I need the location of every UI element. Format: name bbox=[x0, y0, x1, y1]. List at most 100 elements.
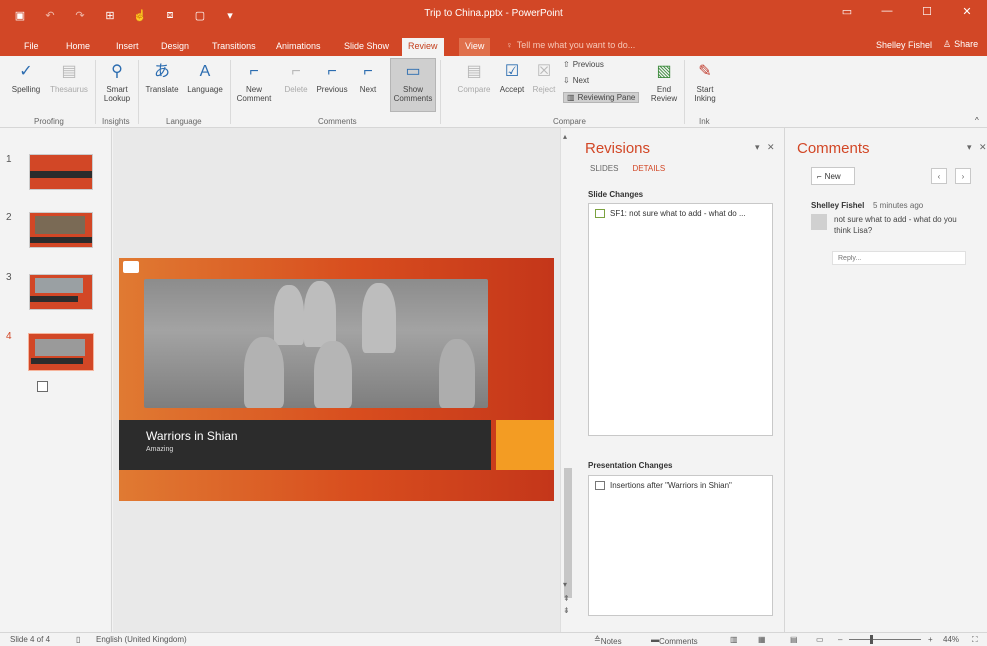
zoom-out-icon[interactable]: – bbox=[838, 635, 842, 644]
tab-review[interactable]: Review bbox=[402, 38, 444, 56]
spelling-check-icon: ✓ bbox=[19, 62, 33, 80]
previous-slide-icon[interactable]: ⇞ bbox=[563, 594, 570, 603]
slide-counter: Slide 4 of 4 bbox=[10, 635, 51, 644]
slide-subtitle[interactable]: Amazing bbox=[146, 446, 173, 453]
group-language: Language bbox=[166, 117, 202, 126]
next-comment-pane-icon[interactable]: › bbox=[955, 168, 971, 184]
tab-animations[interactable]: Animations bbox=[270, 38, 327, 56]
accept-button[interactable]: ☑ Accept bbox=[497, 60, 527, 94]
slide-thumbnail-4[interactable] bbox=[28, 333, 94, 371]
notes-button[interactable]: ≙ Notes bbox=[594, 635, 622, 646]
spelling-button[interactable]: ✓ Spelling bbox=[6, 60, 46, 94]
insertion-change-icon bbox=[595, 481, 605, 490]
comment-author: Shelley Fishel bbox=[811, 201, 865, 210]
close-icon[interactable]: ✕ bbox=[947, 0, 987, 22]
tab-insert[interactable]: Insert bbox=[110, 38, 145, 56]
comment-marker-icon[interactable] bbox=[123, 261, 139, 273]
compare-button[interactable]: ▤ Compare bbox=[452, 60, 496, 94]
slide-show-view-icon[interactable]: ▭ bbox=[816, 635, 824, 644]
previous-comment-button[interactable]: ⌐ Previous bbox=[313, 60, 351, 94]
reply-input[interactable] bbox=[832, 251, 966, 265]
spell-check-status-icon[interactable]: ▯ bbox=[76, 635, 80, 644]
compare-icon: ▤ bbox=[466, 62, 482, 80]
show-comments-label-2: Comments bbox=[393, 94, 433, 103]
next-change-button[interactable]: ⇩ Next bbox=[563, 76, 589, 85]
language-button[interactable]: A Language bbox=[184, 60, 226, 94]
tab-slides[interactable]: SLIDES bbox=[590, 164, 618, 173]
close-pane-icon[interactable]: ✕ bbox=[767, 142, 775, 153]
user-name[interactable]: Shelley Fishel bbox=[876, 40, 932, 50]
end-review-button[interactable]: ▧ End Review bbox=[647, 60, 681, 103]
minimize-icon[interactable]: — bbox=[867, 0, 907, 22]
delete-comment-button[interactable]: ⌐ Delete bbox=[279, 60, 313, 94]
zoom-in-icon[interactable]: + bbox=[928, 635, 933, 644]
group-comments: Comments bbox=[318, 117, 357, 126]
new-comment-pane-button[interactable]: ⌐ New bbox=[811, 167, 855, 185]
tab-file[interactable]: File bbox=[18, 38, 45, 56]
current-slide[interactable]: Warriors in Shian Amazing bbox=[119, 258, 554, 501]
next-comment-button[interactable]: ⌐ Next bbox=[354, 60, 382, 94]
reviewing-pane-button[interactable]: ▥ Reviewing Pane bbox=[563, 92, 640, 103]
tab-view[interactable]: View bbox=[459, 38, 491, 56]
fit-to-window-icon[interactable]: ⛶ bbox=[972, 635, 978, 645]
translate-button[interactable]: あ Translate bbox=[142, 60, 182, 94]
start-inking-label-2: Inking bbox=[694, 94, 716, 103]
zoom-level[interactable]: 44% bbox=[943, 635, 959, 644]
comments-close-icon[interactable]: ✕ bbox=[979, 142, 987, 153]
share-button[interactable]: ♙ Share bbox=[943, 39, 978, 50]
tab-home[interactable]: Home bbox=[60, 38, 96, 56]
zoom-slider-knob[interactable] bbox=[870, 635, 873, 644]
comment-text[interactable]: not sure what to add - what do you think… bbox=[834, 214, 974, 236]
reject-button[interactable]: ☒ Reject bbox=[530, 60, 558, 94]
maximize-icon[interactable]: ☐ bbox=[907, 0, 947, 22]
tab-transitions[interactable]: Transitions bbox=[206, 38, 262, 56]
group-ink: Ink bbox=[699, 117, 710, 126]
previous-change-button[interactable]: ⇧ Previous bbox=[563, 60, 604, 69]
slide-thumbnail-2[interactable] bbox=[29, 212, 93, 248]
scrollbar-thumb[interactable] bbox=[564, 468, 572, 598]
slide-accent-block bbox=[496, 420, 554, 470]
accept-label: Accept bbox=[499, 85, 525, 94]
comments-status-button[interactable]: ▬ Comments bbox=[651, 635, 698, 646]
collapse-ribbon-icon[interactable]: ^ bbox=[975, 116, 979, 125]
vertical-scrollbar[interactable]: ▴ ▾ ⇞ ⇟ bbox=[560, 128, 574, 632]
tab-slide-show[interactable]: Slide Show bbox=[338, 38, 395, 56]
slide-change-item[interactable]: SF1: not sure what to add - what do ... bbox=[595, 209, 746, 218]
slide-thumbnail-1[interactable] bbox=[29, 154, 93, 190]
previous-comment-pane-icon[interactable]: ‹ bbox=[931, 168, 947, 184]
tell-me-box[interactable]: ♀ Tell me what you want to do... bbox=[506, 40, 635, 50]
smart-lookup-button[interactable]: ⚲ Smart Lookup bbox=[99, 60, 135, 103]
zoom-slider[interactable] bbox=[849, 639, 921, 640]
slide-title[interactable]: Warriors in Shian bbox=[146, 429, 238, 443]
comment-indicator-icon[interactable] bbox=[37, 381, 48, 392]
notes-label: Notes bbox=[600, 637, 622, 646]
pane-options-icon[interactable]: ▾ bbox=[755, 142, 760, 153]
new-comment-button[interactable]: ⌐ New Comment bbox=[233, 60, 275, 103]
ribbon: ✓ Spelling ▤ Thesaurus Proofing ⚲ Smart … bbox=[0, 56, 987, 128]
slide-sorter-view-icon[interactable]: ▦ bbox=[758, 635, 766, 644]
show-comments-button[interactable]: ▭ Show Comments bbox=[390, 58, 436, 112]
presentation-change-item[interactable]: Insertions after "Warriors in Shian" bbox=[595, 481, 732, 490]
status-bar: Slide 4 of 4 ▯ English (United Kingdom) … bbox=[0, 632, 987, 646]
next-slide-icon[interactable]: ⇟ bbox=[563, 606, 570, 615]
comments-pane-options-icon[interactable]: ▾ bbox=[967, 142, 972, 153]
normal-view-icon[interactable]: ▥ bbox=[730, 635, 738, 644]
warriors-photo[interactable] bbox=[144, 279, 488, 408]
reviewing-pane-label: Reviewing Pane bbox=[577, 93, 636, 102]
reading-view-icon[interactable]: ▤ bbox=[790, 635, 798, 644]
language-status[interactable]: English (United Kingdom) bbox=[96, 635, 187, 644]
slide-thumbnail-3[interactable] bbox=[29, 274, 93, 310]
scroll-down-icon[interactable]: ▾ bbox=[563, 580, 567, 589]
scroll-up-icon[interactable]: ▴ bbox=[563, 132, 567, 141]
thesaurus-button[interactable]: ▤ Thesaurus bbox=[48, 60, 90, 94]
previous-comment-icon: ⌐ bbox=[327, 62, 337, 80]
ribbon-display-options-icon[interactable]: ▭ bbox=[827, 0, 867, 22]
group-proofing: Proofing bbox=[34, 117, 64, 126]
tab-details[interactable]: DETAILS bbox=[632, 164, 665, 173]
thumbnail-number: 1 bbox=[6, 154, 12, 165]
tab-design[interactable]: Design bbox=[155, 38, 195, 56]
start-inking-button[interactable]: ✎ Start Inking bbox=[688, 60, 722, 103]
new-comment-label-2: Comment bbox=[236, 94, 272, 103]
slide-change-text: SF1: not sure what to add - what do ... bbox=[610, 209, 746, 218]
previous-label: Previous bbox=[316, 85, 348, 94]
